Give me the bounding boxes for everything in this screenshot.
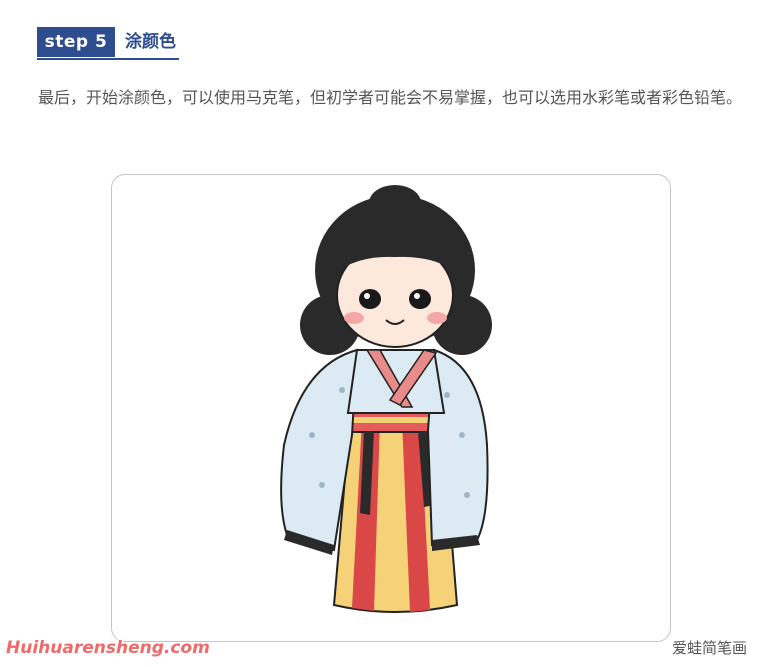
step-badge: step 5	[37, 27, 115, 57]
illustration-frame	[111, 174, 671, 642]
step-title: 涂颜色	[125, 32, 176, 52]
site-watermark: Huihuarensheng.com	[6, 638, 210, 658]
step-underline	[37, 58, 179, 60]
instruction-paragraph: 最后，开始涂颜色，可以使用马克笔，但初学者可能会不易掌握，也可以选用水彩笔或者彩…	[38, 88, 743, 107]
hanfu-girl-illustration	[280, 185, 492, 613]
step-header: step 5 涂颜色	[37, 27, 179, 60]
brand-watermark: 爱蛙简笔画	[672, 639, 748, 657]
